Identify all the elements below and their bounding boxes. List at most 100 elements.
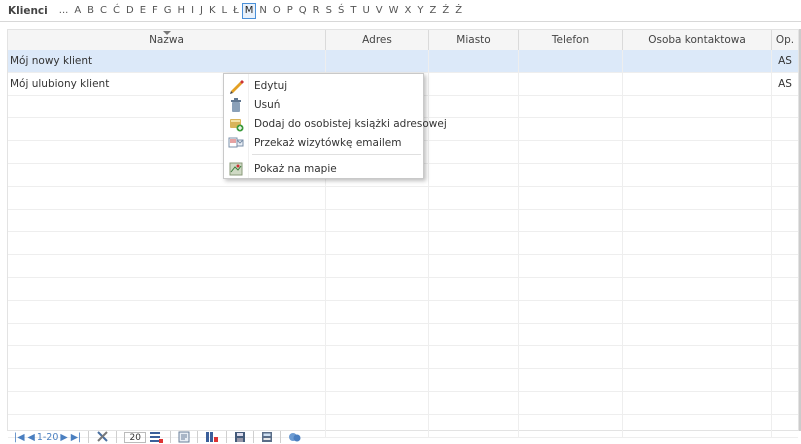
letter-filter-A[interactable]: A (71, 4, 84, 18)
letter-filter-K[interactable]: K (206, 4, 219, 18)
bottom-toolbar: |◀ ◀ 1-20 ▶ ▶| 20 (7, 431, 799, 443)
save-group (227, 431, 255, 443)
cell-telefon (518, 346, 622, 370)
calculator-icon[interactable] (261, 431, 273, 443)
page-size-input[interactable]: 20 (124, 431, 147, 443)
table-row[interactable] (8, 232, 798, 256)
letter-filter-Ć[interactable]: Ć (110, 4, 123, 18)
letter-filter-Ź[interactable]: Ź (439, 4, 452, 18)
refresh-group (281, 431, 309, 443)
letter-filter-T[interactable]: T (347, 4, 359, 18)
last-page-icon[interactable]: ▶| (71, 432, 82, 443)
letter-filter-I[interactable]: I (188, 4, 197, 18)
column-header-adres[interactable]: Adres (325, 30, 428, 50)
menu-item-pencil[interactable]: Edytuj (224, 76, 423, 95)
cell-adres (325, 346, 428, 370)
letter-filter-P[interactable]: P (284, 4, 296, 18)
column-header-nazwa[interactable]: Nazwa (8, 30, 325, 50)
column-header-telefon[interactable]: Telefon (518, 30, 622, 50)
letter-filter-U[interactable]: U (359, 4, 372, 18)
cell-telefon (518, 72, 622, 96)
menu-item-map[interactable]: Pokaż na mapie (224, 159, 423, 178)
letter-filter-E[interactable]: E (137, 4, 149, 18)
letter-filter-all[interactable]: ... (56, 4, 72, 18)
column-header-label: Telefon (551, 34, 590, 46)
column-header-label: Miasto (456, 34, 491, 46)
letter-filter-S[interactable]: S (323, 4, 335, 18)
menu-item-trash[interactable]: Usuń (224, 95, 423, 114)
letter-filter-H[interactable]: H (175, 4, 189, 18)
cell-op: AS (771, 50, 798, 73)
letter-filter-X[interactable]: X (402, 4, 415, 18)
letter-filter-N[interactable]: N (256, 4, 269, 18)
pager: |◀ ◀ 1-20 ▶ ▶| (7, 431, 90, 443)
letter-filter-M[interactable]: M (241, 2, 257, 19)
cell-telefon (518, 164, 622, 187)
first-page-icon[interactable]: |◀ (14, 432, 25, 443)
cell-op (771, 392, 798, 415)
letter-filter-O[interactable]: O (270, 4, 284, 18)
letter-filter-Z[interactable]: Z (426, 4, 439, 18)
column-header-miasto[interactable]: Miasto (428, 30, 518, 50)
table-row[interactable] (8, 392, 798, 415)
table-row[interactable] (8, 300, 798, 324)
menu-item-label: Pokaż na mapie (254, 162, 337, 175)
cell-op: AS (771, 72, 798, 96)
letter-filter-L[interactable]: L (219, 4, 231, 18)
page-size-icon[interactable] (149, 431, 164, 443)
column-header-op[interactable]: Op. (771, 30, 798, 50)
table-row[interactable] (8, 346, 798, 370)
next-page-icon[interactable]: ▶ (60, 432, 67, 443)
letter-filter-B[interactable]: B (84, 4, 97, 18)
letter-filter-Ż[interactable]: Ż (452, 4, 465, 18)
cell-adres (325, 209, 428, 233)
cell-nazwa (8, 392, 325, 415)
letter-filter-R[interactable]: R (310, 4, 323, 18)
cell-telefon (518, 369, 622, 392)
menu-item-label: Usuń (254, 98, 281, 111)
table-row[interactable] (8, 323, 798, 347)
table-row[interactable] (8, 186, 798, 210)
cell-miasto (428, 141, 518, 164)
letter-filter-G[interactable]: G (161, 4, 175, 18)
letter-filter-Y[interactable]: Y (414, 4, 426, 18)
table-row[interactable] (8, 278, 798, 301)
table-row[interactable] (8, 209, 798, 233)
cell-miasto (428, 186, 518, 210)
letter-filter-J[interactable]: J (197, 4, 206, 18)
cell-nazwa (8, 346, 325, 369)
cell-osoba (622, 118, 771, 142)
cell-osoba (622, 300, 771, 324)
menu-item-address-book-add[interactable]: Dodaj do osobistej książki adresowej (224, 114, 447, 133)
letter-filter-Q[interactable]: Q (296, 4, 310, 18)
letter-filter-F[interactable]: F (149, 4, 161, 18)
export-icon[interactable] (178, 431, 190, 443)
letter-filter-W[interactable]: W (386, 4, 402, 18)
columns-icon[interactable] (205, 431, 219, 443)
cell-osoba (622, 346, 771, 370)
cell-nazwa (8, 278, 325, 301)
letter-filter-V[interactable]: V (373, 4, 386, 18)
cell-telefon (518, 300, 622, 324)
menu-item-business-card-email[interactable]: Przekaż wizytówkę emailem (224, 133, 423, 152)
letter-filter-C[interactable]: C (97, 4, 110, 18)
cell-op (771, 278, 798, 301)
table-row[interactable] (8, 369, 798, 392)
pager-range: 1-20 (36, 431, 59, 443)
table-row[interactable] (8, 255, 798, 278)
prev-page-icon[interactable]: ◀ (28, 432, 35, 443)
letter-filter-Ś[interactable]: Ś (335, 4, 347, 18)
tools-icon[interactable] (96, 431, 109, 443)
refresh-icon[interactable] (288, 431, 302, 443)
cell-op (771, 209, 798, 233)
cell-miasto (428, 209, 518, 233)
column-header-osoba[interactable]: Osoba kontaktowa (622, 30, 771, 50)
cell-miasto (428, 300, 518, 324)
table-header: Nazwa Adres Miasto Telefon Osoba kontaktowa O… (8, 30, 798, 51)
letter-filter-D[interactable]: D (123, 4, 137, 18)
save-icon[interactable] (234, 431, 246, 443)
letter-filter-Ł[interactable]: Ł (230, 4, 242, 18)
table-row[interactable]: Mój nowy klient AS (8, 50, 798, 73)
page-size-group: 20 (117, 431, 172, 443)
title-bar: Klienci ... A B C Ć D E F G H I J K L Ł M N O P Q R S Ś T U V W X Y Z… (0, 0, 801, 22)
